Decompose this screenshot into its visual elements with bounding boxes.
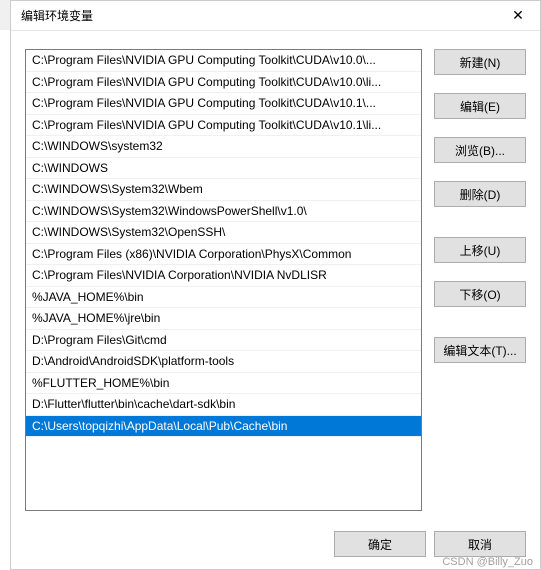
new-button[interactable]: 新建(N) [434,49,526,75]
cancel-button[interactable]: 取消 [434,531,526,557]
move-down-button[interactable]: 下移(O) [434,281,526,307]
list-item[interactable]: C:\Users\topqizhi\AppData\Local\Pub\Cach… [26,416,421,438]
path-listbox[interactable]: C:\Program Files\NVIDIA GPU Computing To… [25,49,422,511]
delete-button[interactable]: 删除(D) [434,181,526,207]
list-item[interactable]: C:\Program Files\NVIDIA Corporation\NVID… [26,265,421,287]
list-item[interactable]: C:\WINDOWS [26,158,421,180]
list-item[interactable]: C:\WINDOWS\system32 [26,136,421,158]
list-item[interactable]: D:\Android\AndroidSDK\platform-tools [26,351,421,373]
list-item[interactable]: C:\Program Files\NVIDIA GPU Computing To… [26,72,421,94]
list-item[interactable]: C:\Program Files (x86)\NVIDIA Corporatio… [26,244,421,266]
background-window-hint [0,30,10,570]
list-item[interactable]: C:\WINDOWS\System32\OpenSSH\ [26,222,421,244]
edit-button[interactable]: 编辑(E) [434,93,526,119]
list-item[interactable]: D:\Flutter\flutter\bin\cache\dart-sdk\bi… [26,394,421,416]
window-title: 编辑环境变量 [21,7,93,24]
list-item[interactable]: C:\WINDOWS\System32\Wbem [26,179,421,201]
close-icon: ✕ [512,7,524,24]
edit-text-button[interactable]: 编辑文本(T)... [434,337,526,363]
list-item[interactable]: C:\Program Files\NVIDIA GPU Computing To… [26,93,421,115]
edit-env-var-dialog: 编辑环境变量 ✕ C:\Program Files\NVIDIA GPU Com… [10,0,541,570]
list-item[interactable]: %JAVA_HOME%\jre\bin [26,308,421,330]
list-item[interactable]: %FLUTTER_HOME%\bin [26,373,421,395]
close-button[interactable]: ✕ [498,2,538,30]
list-item[interactable]: C:\WINDOWS\System32\WindowsPowerShell\v1… [26,201,421,223]
dialog-body: C:\Program Files\NVIDIA GPU Computing To… [11,31,540,521]
list-item[interactable]: C:\Program Files\NVIDIA GPU Computing To… [26,115,421,137]
dialog-footer: 确定 取消 [11,521,540,569]
list-item[interactable]: C:\Program Files\NVIDIA GPU Computing To… [26,50,421,72]
titlebar: 编辑环境变量 ✕ [11,1,540,31]
list-item[interactable]: D:\Program Files\Git\cmd [26,330,421,352]
browse-button[interactable]: 浏览(B)... [434,137,526,163]
move-up-button[interactable]: 上移(U) [434,237,526,263]
ok-button[interactable]: 确定 [334,531,426,557]
list-item[interactable]: %JAVA_HOME%\bin [26,287,421,309]
side-button-column: 新建(N) 编辑(E) 浏览(B)... 删除(D) 上移(U) 下移(O) 编… [434,49,526,511]
